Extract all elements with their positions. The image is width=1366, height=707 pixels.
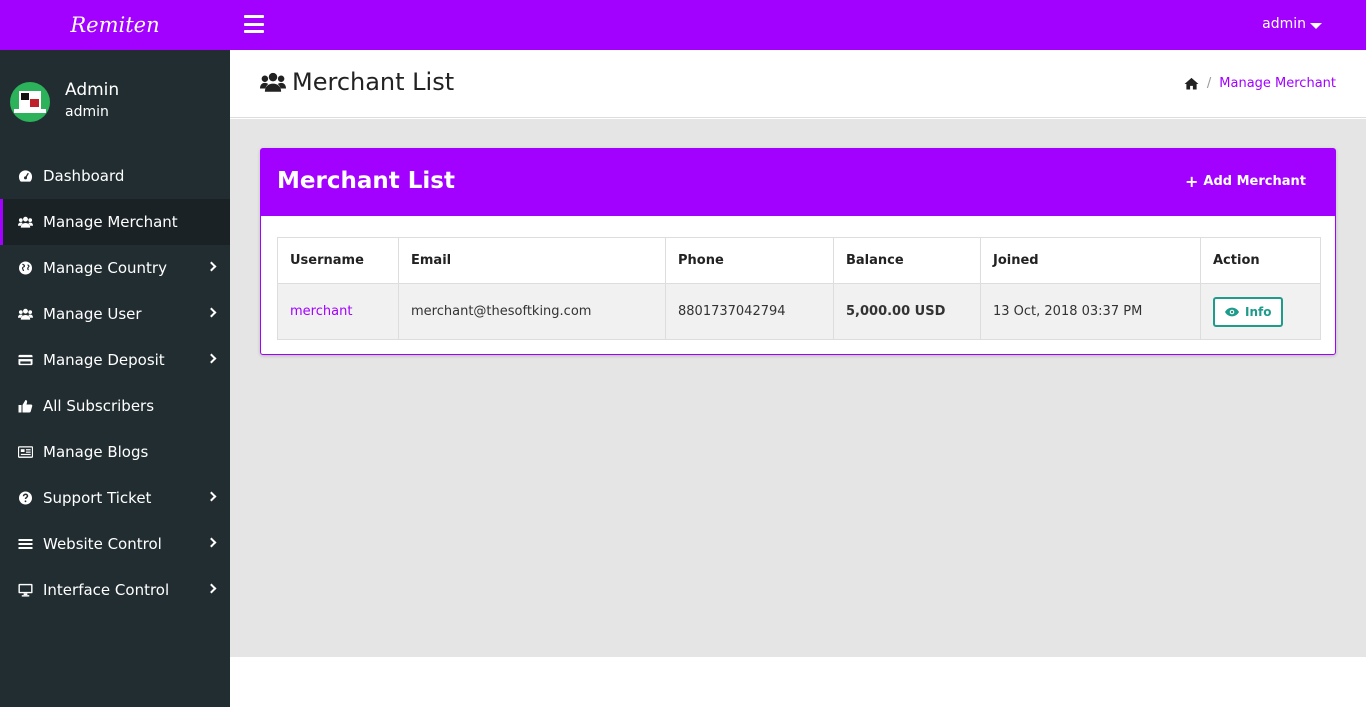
sidebar-item-manage-deposit[interactable]: Manage Deposit	[0, 337, 230, 383]
chevron-right-icon	[206, 491, 217, 502]
column-header-balance: Balance	[833, 237, 981, 284]
sidebar-item-label: Website Control	[43, 535, 162, 553]
sidebar-item-label: Manage Country	[43, 259, 167, 277]
column-header-email: Email	[398, 237, 666, 284]
sidebar-item-interface-control[interactable]: Interface Control	[0, 567, 230, 613]
sidebar-item-label: Manage Merchant	[43, 213, 178, 231]
top-navbar: Remiten admin	[0, 0, 1366, 50]
sidebar-item-label: Manage User	[43, 305, 142, 323]
content-header: Merchant List / Manage Merchant	[230, 50, 1366, 118]
chevron-right-icon	[206, 583, 217, 594]
sidebar-item-manage-merchant[interactable]: Manage Merchant	[0, 199, 230, 245]
chevron-right-icon	[206, 261, 217, 272]
add-merchant-button[interactable]: + Add Merchant	[1185, 171, 1306, 191]
page-title-text: Merchant List	[292, 68, 455, 96]
avatar	[10, 82, 50, 122]
cell-email: merchant@thesoftking.com	[398, 283, 666, 340]
card-title: Merchant List	[277, 168, 455, 194]
column-header-action: Action	[1200, 237, 1321, 284]
chevron-right-icon	[206, 537, 217, 548]
chevron-right-icon	[206, 353, 217, 364]
eye-icon	[1225, 307, 1239, 316]
profile-role: admin	[65, 104, 109, 120]
table-header-row: Username Email Phone Balance Joined Acti…	[277, 237, 1321, 284]
credit-card-icon	[18, 354, 33, 366]
brand-logo[interactable]: Remiten	[0, 0, 230, 50]
user-profile-panel: Admin admin	[0, 50, 230, 150]
dashboard-icon	[18, 170, 33, 182]
table-row: merchant merchant@thesoftking.com 880173…	[277, 283, 1321, 340]
sidebar-toggle-icon[interactable]	[244, 15, 264, 33]
info-button-label: Info	[1245, 304, 1272, 319]
user-menu-label: admin	[1262, 16, 1306, 32]
cell-joined: 13 Oct, 2018 03:37 PM	[980, 283, 1201, 340]
sidebar: Admin admin Dashboard Manage Merchant Ma…	[0, 50, 230, 707]
cell-username: merchant	[277, 283, 399, 340]
sidebar-item-manage-country[interactable]: Manage Country	[0, 245, 230, 291]
sidebar-item-label: Support Ticket	[43, 489, 152, 507]
sidebar-item-label: Manage Blogs	[43, 443, 149, 461]
question-circle-icon	[19, 491, 32, 505]
sidebar-item-support-ticket[interactable]: Support Ticket	[0, 475, 230, 521]
sidebar-menu: Dashboard Manage Merchant Manage Country…	[0, 153, 230, 613]
users-icon	[18, 216, 33, 228]
thumbs-up-icon	[18, 400, 33, 413]
breadcrumb: / Manage Merchant	[1184, 76, 1336, 91]
newspaper-icon	[18, 446, 33, 458]
sidebar-item-website-control[interactable]: Website Control	[0, 521, 230, 567]
sidebar-item-label: All Subscribers	[43, 397, 155, 415]
profile-name: Admin	[65, 80, 120, 100]
username-link[interactable]: merchant	[290, 304, 352, 319]
column-header-phone: Phone	[665, 237, 834, 284]
sidebar-item-all-subscribers[interactable]: All Subscribers	[0, 383, 230, 429]
cell-action: Info	[1200, 283, 1321, 340]
users-icon	[18, 308, 33, 320]
footer	[230, 657, 1366, 707]
info-button[interactable]: Info	[1213, 296, 1284, 327]
home-icon[interactable]	[1184, 77, 1199, 90]
caret-down-icon	[1310, 23, 1322, 29]
merchant-table: Username Email Phone Balance Joined Acti…	[277, 237, 1321, 340]
add-merchant-label: Add Merchant	[1203, 174, 1306, 189]
users-icon	[260, 72, 286, 92]
plus-icon: +	[1185, 171, 1199, 191]
bars-icon	[18, 539, 33, 549]
sidebar-item-manage-blogs[interactable]: Manage Blogs	[0, 429, 230, 475]
sidebar-item-label: Dashboard	[43, 167, 125, 185]
breadcrumb-current[interactable]: Manage Merchant	[1219, 76, 1336, 91]
page-title: Merchant List	[260, 68, 454, 96]
chevron-right-icon	[206, 307, 217, 318]
sidebar-item-dashboard[interactable]: Dashboard	[0, 153, 230, 199]
column-header-username: Username	[277, 237, 399, 284]
cell-balance: 5,000.00 USD	[833, 283, 981, 340]
sidebar-item-label: Interface Control	[43, 581, 170, 599]
sidebar-item-manage-user[interactable]: Manage User	[0, 291, 230, 337]
column-header-joined: Joined	[980, 237, 1201, 284]
globe-icon	[19, 261, 32, 275]
cell-phone: 8801737042794	[665, 283, 834, 340]
sidebar-item-label: Manage Deposit	[43, 351, 165, 369]
merchant-list-card: Merchant List + Add Merchant Username Em…	[260, 148, 1336, 355]
card-header: Merchant List + Add Merchant	[261, 149, 1335, 216]
breadcrumb-separator: /	[1206, 76, 1212, 91]
desktop-icon	[18, 583, 33, 597]
user-menu-dropdown[interactable]: admin	[1262, 16, 1322, 32]
